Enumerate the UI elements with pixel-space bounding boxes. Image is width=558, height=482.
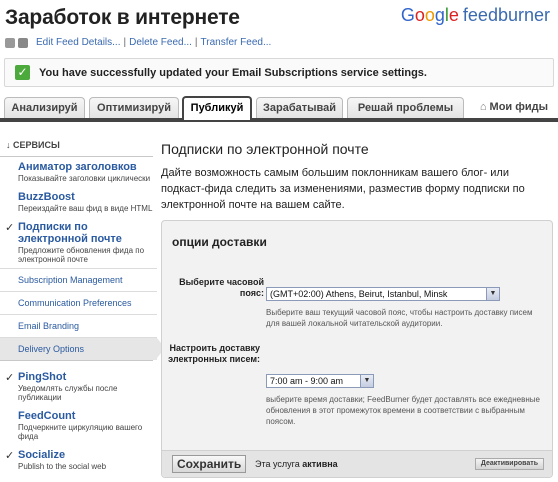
delivery-time-hint: выберите время доставки; FeedBurner буде… xyxy=(266,395,540,426)
page-intro: Дайте возможность самым большим поклонни… xyxy=(161,167,525,211)
home-icon: ⌂ xyxy=(479,101,487,113)
feed-header: Заработок в интернете Google feedburner E… xyxy=(0,0,558,55)
tab-optimize[interactable]: Оптимизируй xyxy=(89,97,179,118)
sidebar-item-desc: Publish to the social web xyxy=(18,462,107,471)
delivery-time-selected-value: 7:00 am - 9:00 am xyxy=(270,376,344,386)
delivery-options-panel: опции доставки Выберите часовой пояс: (G… xyxy=(161,220,553,478)
sidebar-item-email-subscriptions[interactable]: ✓ Подписки по электронной почте Предложи… xyxy=(0,217,157,268)
delivery-time-select[interactable]: 7:00 am - 9:00 am ▼ xyxy=(266,374,374,388)
deactivate-button[interactable]: Деактивировать xyxy=(474,458,544,470)
services-sidebar: ↓ СЕРВИСЫ Аниматор заголовков Показывайт… xyxy=(0,138,165,482)
sidebar-item-title[interactable]: Socialize xyxy=(18,449,153,461)
sidebar-subitem-subscription-management[interactable]: Subscription Management xyxy=(0,268,157,291)
timezone-selected-value: (GMT+02:00) Athens, Beirut, Istanbul, Mi… xyxy=(270,289,448,299)
active-check-icon: ✓ xyxy=(5,222,15,234)
chevron-down-icon[interactable]: ▼ xyxy=(360,375,373,387)
sidebar-item-desc: Показывайте заголовки циклически xyxy=(18,174,151,183)
sidebar-subitem-email-branding[interactable]: Email Branding xyxy=(0,314,157,337)
link-separator: | xyxy=(194,37,198,48)
tab-analyze[interactable]: Анализируй xyxy=(4,97,85,118)
feed-details-icon[interactable] xyxy=(18,37,28,48)
sidebar-item-desc: Уведомлять службы после публикации xyxy=(18,384,118,402)
google-feedburner-logo: Google feedburner xyxy=(400,5,550,25)
sidebar-item-title[interactable]: Аниматор заголовков xyxy=(18,161,153,173)
link-separator: | xyxy=(123,37,127,48)
edit-feed-details-link[interactable]: Edit Feed Details... xyxy=(36,37,120,48)
active-check-icon: ✓ xyxy=(5,450,15,462)
service-status-value: активна xyxy=(302,459,338,469)
tab-monetize[interactable]: Зарабатывай xyxy=(256,97,343,118)
active-check-icon: ✓ xyxy=(5,372,15,384)
sidebar-item-feedcount[interactable]: FeedCount Подчеркните циркуляцию вашего … xyxy=(0,406,157,445)
timezone-hint: Выберите ваш текущий часовой пояс, чтобы… xyxy=(266,308,533,328)
rss-icon[interactable] xyxy=(5,37,15,48)
service-status: Эта услуга активна xyxy=(255,459,338,469)
sidebar-item-socialize[interactable]: ✓ Socialize Publish to the social web xyxy=(0,445,157,475)
my-feeds-link[interactable]: ⌂ Мои фиды xyxy=(480,101,548,113)
success-message: You have successfully updated your Email… xyxy=(39,66,427,79)
transfer-feed-link[interactable]: Transfer Feed... xyxy=(201,37,272,48)
sidebar-item-title[interactable]: BuzzBoost xyxy=(18,191,153,203)
timezone-select[interactable]: (GMT+02:00) Athens, Beirut, Istanbul, Mi… xyxy=(266,287,500,301)
tab-troubleshoot[interactable]: Решай проблемы xyxy=(347,97,464,118)
chevron-down-icon[interactable]: ▼ xyxy=(486,288,499,300)
delete-feed-link[interactable]: Delete Feed... xyxy=(129,37,192,48)
tab-publicize[interactable]: Публикуй xyxy=(182,96,252,120)
sidebar-item-desc: Подчеркните циркуляцию вашего фида xyxy=(18,423,143,441)
feed-actions: Edit Feed Details... | Delete Feed... | … xyxy=(5,37,271,48)
sidebar-item-title[interactable]: Подписки по электронной почте xyxy=(18,221,153,245)
sidebar-item-buzzboost[interactable]: BuzzBoost Переиздайте ваш фид в виде HTM… xyxy=(0,187,157,217)
save-button[interactable]: Сохранить xyxy=(172,455,247,473)
page-title: Подписки по электронной почте xyxy=(161,141,369,157)
feed-title: Заработок в интернете xyxy=(5,6,240,29)
sidebar-divider xyxy=(0,360,153,361)
sidebar-subitem-communication-preferences[interactable]: Communication Preferences xyxy=(0,291,157,314)
main-tabs: Анализируй Оптимизируй Публикуй Зарабаты… xyxy=(0,96,558,122)
my-feeds-label: Мои фиды xyxy=(489,101,548,113)
sidebar-item-desc: Переиздайте ваш фид в виде HTML xyxy=(18,204,153,213)
sidebar-item-title[interactable]: FeedCount xyxy=(18,410,153,422)
success-banner: ✓ You have successfully updated your Ema… xyxy=(4,58,554,87)
sidebar-item-title[interactable]: PingShot xyxy=(18,371,153,383)
timezone-label: Выберите часовой пояс: xyxy=(179,277,264,298)
sidebar-item-headline-animator[interactable]: Аниматор заголовков Показывайте заголовк… xyxy=(0,157,157,187)
delivery-time-label: Настроить доставку электронных писем: xyxy=(168,343,260,364)
service-status-prefix: Эта услуга xyxy=(255,459,300,469)
sidebar-subitem-delivery-options[interactable]: Delivery Options xyxy=(0,337,165,360)
panel-footer: Сохранить Эта услуга активна Деактивиров… xyxy=(162,450,552,477)
sidebar-item-desc: Предложите обновления фида по электронно… xyxy=(18,246,145,264)
services-section-header[interactable]: ↓ СЕРВИСЫ xyxy=(0,138,153,157)
main-content: Подписки по электронной почте Дайте возм… xyxy=(161,138,554,213)
sidebar-item-pingshot[interactable]: ✓ PingShot Уведомлять службы после публи… xyxy=(0,367,157,406)
panel-title: опции доставки xyxy=(172,235,267,249)
success-check-icon: ✓ xyxy=(15,65,30,80)
